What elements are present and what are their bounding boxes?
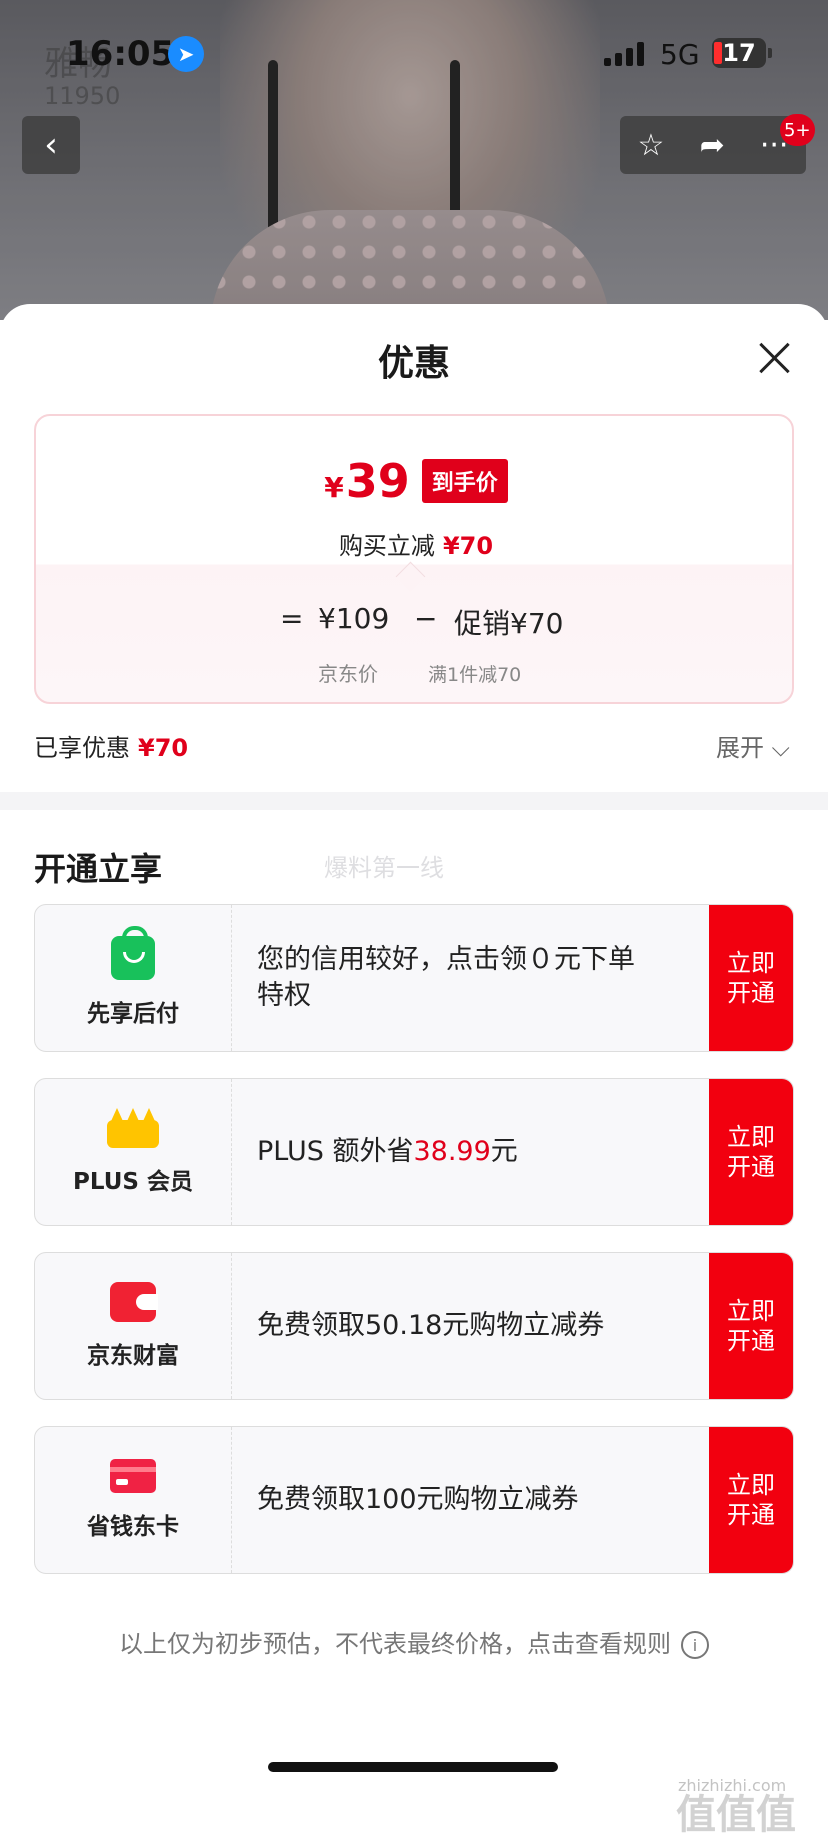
promo-detail: 满1件减70 bbox=[428, 664, 522, 686]
sheet-title: 优惠 bbox=[377, 343, 450, 384]
promo-amount: 促销¥70 bbox=[454, 607, 564, 640]
watermark-text: 爆料第一线 bbox=[324, 854, 444, 882]
share-icon[interactable]: ➦ bbox=[700, 128, 725, 163]
offer-name: PLUS 会员 bbox=[73, 1169, 193, 1195]
offer-card-plus[interactable]: PLUS 会员 PLUS 额外省 38.99 元 立即 开通 bbox=[34, 1078, 794, 1226]
shopping-bag-icon bbox=[111, 926, 155, 980]
offer-desc-prefix: PLUS 额外省 bbox=[257, 1136, 414, 1167]
equals-sign: = bbox=[280, 602, 304, 635]
offer-card-pay-later[interactable]: 先享后付 您的信用较好，点击领０元下单特权 立即 开通 bbox=[34, 904, 794, 1052]
reduction-label: 购买立减 bbox=[338, 532, 435, 560]
wallet-icon bbox=[110, 1282, 158, 1322]
back-button[interactable]: ‹ bbox=[22, 116, 80, 174]
final-price-row: ¥39 到手价 bbox=[36, 454, 796, 508]
section-divider bbox=[0, 792, 828, 810]
expand-button[interactable]: 展开 ⌵ bbox=[716, 728, 790, 763]
offer-brand: 省钱东卡 bbox=[35, 1427, 232, 1573]
battery-icon: 17 bbox=[712, 38, 772, 68]
status-time: 16:05 bbox=[66, 34, 175, 74]
activate-button[interactable]: 立即 开通 bbox=[709, 1427, 793, 1573]
jd-price-label: 京东价 bbox=[318, 662, 378, 686]
activate-button[interactable]: 立即 开通 bbox=[709, 1079, 793, 1225]
star-icon[interactable]: ☆ bbox=[638, 128, 665, 163]
enjoyed-discount: 已享优惠 ¥70 bbox=[34, 728, 188, 763]
reduction-amount: ¥70 bbox=[442, 532, 494, 560]
discount-sheet: 优惠 ¥39 到手价 购买立减 ¥70 = ¥109 − 促销¥70 京东价 满1… bbox=[0, 304, 828, 1838]
offer-description: 免费领取100元购物立减券 bbox=[257, 1484, 579, 1515]
enjoyed-amount: ¥70 bbox=[138, 734, 189, 762]
network-type: 5G bbox=[660, 38, 700, 71]
enjoyed-label: 已享优惠 bbox=[34, 734, 130, 762]
home-indicator[interactable] bbox=[268, 1762, 558, 1772]
offer-name: 京东财富 bbox=[87, 1343, 179, 1369]
final-price: ¥39 bbox=[324, 454, 410, 508]
final-price-value: 39 bbox=[345, 454, 410, 508]
status-bar: 16:05 ➤ 5G 17 bbox=[0, 0, 828, 100]
close-icon[interactable] bbox=[756, 340, 792, 376]
offer-description: 您的信用较好，点击领０元下单特权 bbox=[257, 944, 635, 1011]
offer-description: 免费领取50.18元购物立减券 bbox=[257, 1310, 605, 1341]
instant-reduction: 购买立减 ¥70 bbox=[36, 526, 796, 561]
rules-link[interactable]: 以上仅为初步预估，不代表最终价格，点击查看规则 i bbox=[0, 1624, 828, 1659]
card-icon bbox=[110, 1459, 156, 1493]
chevron-left-icon: ‹ bbox=[44, 125, 58, 165]
currency-symbol: ¥ bbox=[324, 471, 344, 504]
offer-desc-suffix: 元 bbox=[490, 1136, 518, 1167]
info-icon[interactable]: i bbox=[681, 1631, 709, 1659]
offer-description: PLUS 额外省 38.99 元 bbox=[257, 1079, 657, 1225]
footnote-text: 以上仅为初步预估，不代表最终价格，点击查看规则 bbox=[119, 1630, 671, 1658]
offer-saving-amount: 38.99 bbox=[413, 1136, 491, 1167]
header-actions: ☆ ➦ ··· bbox=[620, 116, 806, 174]
site-watermark-logo: 值值值 bbox=[676, 1792, 796, 1838]
location-arrow-icon: ➤ bbox=[168, 36, 204, 72]
jd-price: ¥109 bbox=[318, 602, 390, 635]
offer-brand: PLUS 会员 bbox=[35, 1079, 232, 1225]
crown-icon bbox=[107, 1108, 159, 1148]
message-badge: 5+ bbox=[780, 114, 815, 146]
battery-level: 17 bbox=[722, 39, 756, 67]
offer-name: 省钱东卡 bbox=[87, 1514, 179, 1540]
minus-sign: − bbox=[414, 602, 438, 635]
activate-button[interactable]: 立即 开通 bbox=[709, 905, 793, 1051]
offer-card-saving-card[interactable]: 省钱东卡 免费领取100元购物立减券 立即 开通 bbox=[34, 1426, 794, 1574]
price-breakdown-card: ¥39 到手价 购买立减 ¥70 = ¥109 − 促销¥70 京东价 满1件减7… bbox=[34, 414, 794, 704]
signal-icon bbox=[604, 42, 644, 66]
offer-card-wealth[interactable]: 京东财富 免费领取50.18元购物立减券 立即 开通 bbox=[34, 1252, 794, 1400]
activate-button[interactable]: 立即 开通 bbox=[709, 1253, 793, 1399]
card-notch bbox=[395, 561, 426, 592]
offer-brand: 先享后付 bbox=[35, 905, 232, 1051]
offer-name: 先享后付 bbox=[87, 1001, 179, 1027]
final-price-tag: 到手价 bbox=[421, 459, 508, 503]
section-title: 开通立享 bbox=[34, 850, 163, 888]
offer-brand: 京东财富 bbox=[35, 1253, 232, 1399]
